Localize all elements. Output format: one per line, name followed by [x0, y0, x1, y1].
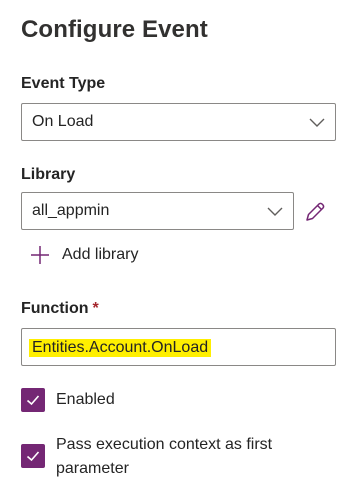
chevron-down-icon: [267, 207, 283, 216]
add-library-button[interactable]: Add library: [30, 243, 138, 267]
checkmark-icon: [26, 395, 40, 406]
function-label-text: Function: [21, 300, 89, 317]
enabled-checkbox[interactable]: [21, 388, 45, 412]
function-label: Function *: [21, 300, 99, 318]
checkmark-icon: [26, 451, 40, 462]
enabled-label: Enabled: [56, 391, 115, 408]
chevron-down-icon: [309, 118, 325, 127]
pencil-icon[interactable]: [303, 200, 327, 224]
enabled-checkbox-row[interactable]: Enabled: [21, 388, 115, 412]
function-input[interactable]: Entities.Account.OnLoad: [21, 328, 336, 366]
pass-context-checkbox-row[interactable]: Pass execution context as first paramete…: [21, 433, 316, 481]
pass-context-label: Pass execution context as first paramete…: [56, 436, 273, 477]
required-marker: *: [92, 300, 99, 317]
function-input-value: Entities.Account.OnLoad: [29, 339, 212, 357]
add-library-label: Add library: [62, 246, 139, 263]
event-type-selected-value: On Load: [32, 113, 94, 130]
library-dropdown[interactable]: all_appmin: [21, 192, 294, 230]
event-type-dropdown[interactable]: On Load: [21, 103, 336, 141]
page-title: Configure Event: [21, 16, 208, 43]
event-type-label: Event Type: [21, 75, 106, 92]
library-label: Library: [21, 166, 76, 183]
library-selected-value: all_appmin: [32, 202, 110, 219]
plus-icon: [31, 246, 49, 264]
configure-event-panel: Configure Event Event Type On Load Libra…: [0, 0, 353, 503]
pass-context-checkbox[interactable]: [21, 444, 45, 468]
